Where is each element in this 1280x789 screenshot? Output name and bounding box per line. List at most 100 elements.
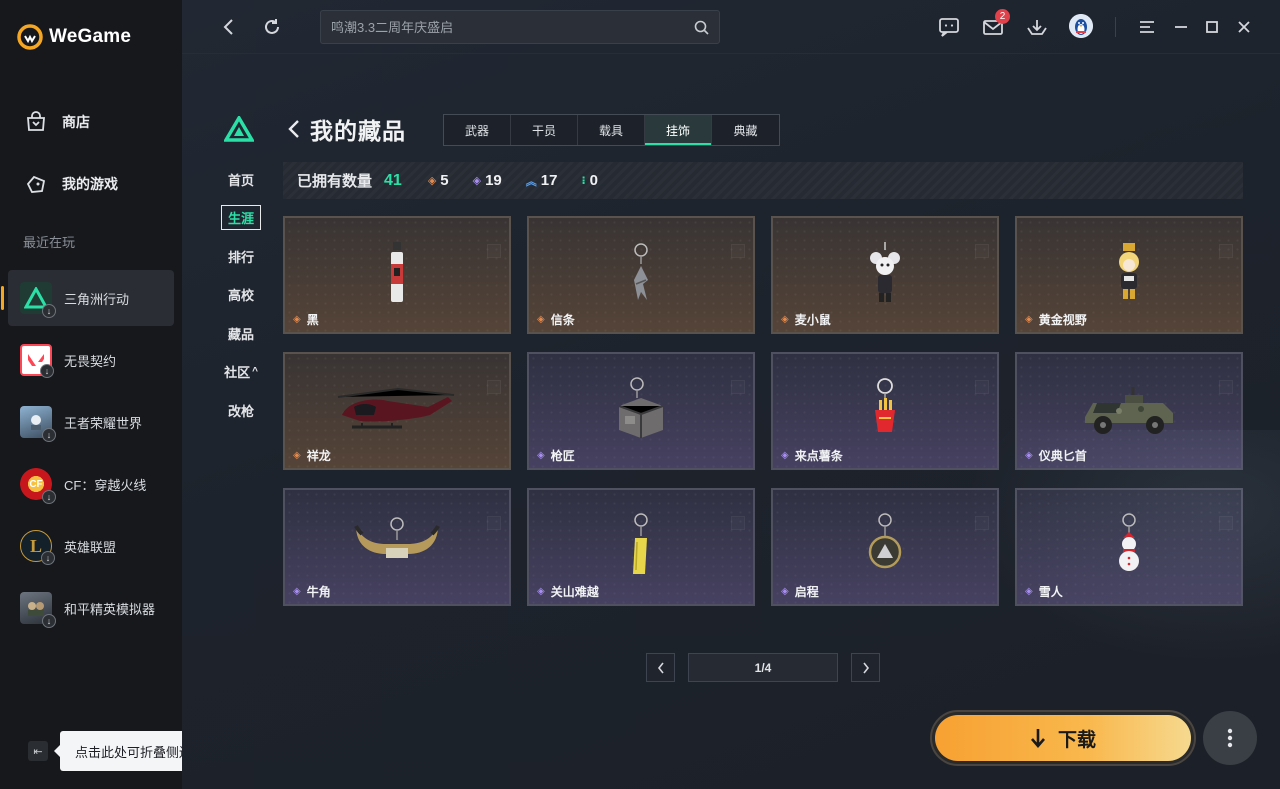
rarity-count-purple: ◈ 19 <box>473 172 502 189</box>
owned-stats-bar: 已拥有数量 41 ◈ 5 ◈ 19 ︽ 17 ⁝ 0 <box>283 162 1243 199</box>
wegame-logo-icon <box>17 24 43 50</box>
refresh-button[interactable] <box>260 15 284 39</box>
diamond-orange-icon: ◈ <box>537 314 545 325</box>
back-button[interactable] <box>216 15 240 39</box>
collection-card[interactable]: ◈ 黄金视野 <box>1015 216 1243 334</box>
main-content: 2 首页 生涯 排行 高校 藏品 社区^ 改枪 <box>182 0 1280 789</box>
download-badge-icon: ↓ <box>41 551 55 565</box>
collection-card[interactable]: ◈ 黑 <box>283 216 511 334</box>
collapse-sidebar-button[interactable]: ⇤ <box>28 741 48 761</box>
maximize-button[interactable] <box>1200 15 1224 39</box>
tab-weapons[interactable]: 武器 <box>444 115 511 145</box>
diamond-orange-icon: ◈ <box>427 175 437 187</box>
chevron-blue-icon: ︽ <box>525 175 537 188</box>
menu-button[interactable] <box>1135 15 1159 39</box>
card-label: ◈ 信条 <box>537 311 575 328</box>
card-label: ◈ 来点薯条 <box>781 447 843 464</box>
download-manager-icon <box>1027 20 1047 35</box>
crossfire-icon: CF ↓ <box>20 468 56 504</box>
download-badge-icon: ↓ <box>42 428 56 442</box>
tab-archive[interactable]: 典藏 <box>712 115 779 145</box>
nav-store[interactable]: 商店 <box>0 100 182 144</box>
more-options-button[interactable] <box>1203 711 1257 765</box>
wegame-logo[interactable]: WeGame <box>17 24 131 50</box>
recent-game-peace-elite[interactable]: ↓ 和平精英模拟器 <box>8 580 174 636</box>
diamond-purple-icon: ◈ <box>537 586 545 597</box>
tab-operators[interactable]: 干员 <box>511 115 578 145</box>
maximize-icon <box>1206 21 1218 33</box>
download-badge-icon: ↓ <box>42 490 56 504</box>
rarity-count-value: 0 <box>589 172 598 189</box>
item-name: 枪匠 <box>550 449 575 463</box>
collection-card[interactable]: ◈ 麦小鼠 <box>771 216 999 334</box>
search-box[interactable] <box>320 10 720 44</box>
back-chevron-icon[interactable] <box>286 119 302 139</box>
diamond-orange-icon: ◈ <box>293 450 301 461</box>
subnav-home[interactable]: 首页 <box>216 160 266 199</box>
collection-card[interactable]: ◈ 枪匠 <box>527 352 755 470</box>
collapse-left-icon: ⇤ <box>33 745 43 758</box>
subnav-ranking[interactable]: 排行 <box>216 237 266 276</box>
recent-played-heading: 最近在玩 <box>23 235 76 250</box>
penguin-avatar-icon <box>1069 14 1093 38</box>
collection-grid: ◈ 黑 ◈ 信条 ◈ 麦小鼠 ◈ 黄金视野 ◈ 祥龙 ◈ 枪匠 ◈ 来点薯条 ◈… <box>283 216 1243 606</box>
download-button[interactable]: 下载 <box>930 710 1196 766</box>
download-badge-icon: ↓ <box>42 304 56 318</box>
item-name: 黑 <box>306 313 319 327</box>
dots-green-icon: ⁝ <box>581 175 586 187</box>
recent-game-league-of-legends[interactable]: L ↓ 英雄联盟 <box>8 518 174 574</box>
user-avatar[interactable] <box>1069 14 1093 38</box>
delta-force-logo-icon[interactable] <box>224 116 254 142</box>
download-badge-icon: ↓ <box>42 614 56 628</box>
subnav-label: 藏品 <box>227 326 254 342</box>
wegame-logo-text: WeGame <box>49 26 132 47</box>
subnav-career[interactable]: 生涯 <box>216 199 266 238</box>
subnav-community[interactable]: 社区 ^ <box>216 353 266 392</box>
download-badge-icon: ↓ <box>40 364 54 378</box>
downloads-button[interactable] <box>1025 15 1049 39</box>
next-page-button[interactable] <box>851 653 880 682</box>
subnav-college[interactable]: 高校 <box>216 276 266 315</box>
recent-game-label: 英雄联盟 <box>64 539 117 555</box>
prev-page-button[interactable] <box>646 653 675 682</box>
wegame-sidebar: WeGame 商店 我的游戏 最近在玩 ↓ 三角洲行动 ↓ 无畏契约 ↓ 王者荣… <box>0 0 220 789</box>
tab-pendants[interactable]: 挂饰 <box>645 115 712 145</box>
collection-card[interactable]: ◈ 祥龙 <box>283 352 511 470</box>
game-sub-navigation: 首页 生涯 排行 高校 藏品 社区 ^ 改枪 <box>216 160 266 430</box>
chat-button[interactable] <box>937 15 961 39</box>
search-icon[interactable] <box>694 20 709 35</box>
chevron-left-icon <box>657 662 664 673</box>
diamond-orange-icon: ◈ <box>1025 314 1033 325</box>
league-of-legends-icon: L ↓ <box>20 530 55 565</box>
card-label: ◈ 启程 <box>781 583 819 600</box>
collection-card[interactable]: ◈ 牛角 <box>283 488 511 606</box>
recent-game-crossfire[interactable]: CF ↓ CF：穿越火线 <box>8 456 174 512</box>
recent-game-label: 无畏契约 <box>64 353 117 369</box>
close-button[interactable] <box>1232 15 1256 39</box>
collection-card[interactable]: ◈ 来点薯条 <box>771 352 999 470</box>
tab-vehicles[interactable]: 载具 <box>578 115 645 145</box>
minimize-button[interactable] <box>1169 15 1193 39</box>
subnav-gun-mod[interactable]: 改枪 <box>216 391 266 430</box>
rarity-count-blue: ︽ 17 <box>526 172 558 189</box>
subnav-label: 社区 <box>224 365 251 381</box>
download-label: 下载 <box>1057 729 1096 751</box>
collection-card[interactable]: ◈ 信条 <box>527 216 755 334</box>
collection-card[interactable]: ◈ 雪人 <box>1015 488 1243 606</box>
search-input[interactable] <box>331 19 671 35</box>
collection-card[interactable]: ◈ 关山难越 <box>527 488 755 606</box>
mail-button[interactable]: 2 <box>981 9 1010 39</box>
subnav-collection[interactable]: 藏品 <box>216 314 266 353</box>
diamond-purple-icon: ◈ <box>1025 450 1033 461</box>
diamond-purple-icon: ◈ <box>537 450 545 461</box>
chevron-left-icon <box>223 19 233 35</box>
recent-game-honor-of-kings-world[interactable]: ↓ 王者荣耀世界 <box>8 394 174 450</box>
recent-game-valorant[interactable]: ↓ 无畏契约 <box>8 332 174 388</box>
card-label: ◈ 枪匠 <box>537 447 575 464</box>
rarity-count-value: 19 <box>485 172 502 189</box>
collection-card[interactable]: ◈ 启程 <box>771 488 999 606</box>
item-name: 祥龙 <box>306 449 331 463</box>
recent-game-delta-force[interactable]: ↓ 三角洲行动 <box>1 270 174 326</box>
nav-my-games[interactable]: 我的游戏 <box>0 162 182 206</box>
collection-card[interactable]: ◈ 仪典匕首 <box>1015 352 1243 470</box>
